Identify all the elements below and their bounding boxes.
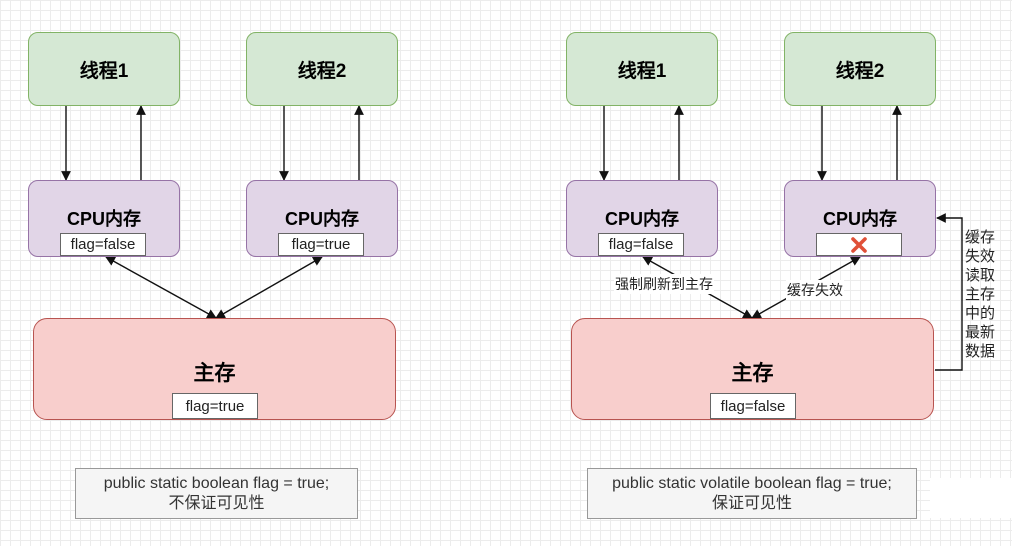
side-label-char-5: 最新 — [964, 324, 995, 341]
left-code-line2: 不保证可见性 — [168, 494, 265, 512]
side-label-char-0: 缓存 — [964, 229, 995, 246]
left-cpu1-flag: flag=false — [60, 233, 146, 256]
side-label-read-latest: 缓存 失效 读取 主存 中的 最新 数据 — [963, 228, 997, 361]
label-force-flush: 强制刷新到主存 — [614, 274, 714, 294]
right-thread1-label: 线程1 — [617, 60, 667, 82]
left-main-memory-title: 主存 — [193, 362, 236, 385]
left-code-line1: public static boolean flag = true; — [103, 474, 330, 492]
left-code-box: public static boolean flag = true; 不保证可见… — [75, 468, 358, 519]
left-thread1-box: 线程1 — [28, 32, 180, 106]
side-label-char-6: 数据 — [964, 343, 995, 360]
right-code-line1: public static volatile boolean flag = tr… — [612, 474, 892, 492]
side-label-char-3: 主存 — [964, 286, 995, 303]
blank-patch — [930, 478, 1012, 518]
arrow-left-cpu1-main — [105, 256, 217, 319]
arrow-right-read-latest — [935, 213, 963, 371]
right-cpu1-flag: flag=false — [598, 233, 684, 256]
left-thread2-label: 线程2 — [297, 60, 347, 82]
side-label-char-4: 中的 — [964, 305, 995, 322]
left-thread2-box: 线程2 — [246, 32, 398, 106]
right-cpu2-title: CPU内存 — [822, 209, 897, 229]
right-thread2-label: 线程2 — [835, 60, 885, 82]
right-cpu2-invalid-slot — [816, 233, 902, 256]
left-cpu2-title: CPU内存 — [284, 209, 359, 229]
right-main-memory-title: 主存 — [731, 362, 774, 385]
side-label-char-1: 失效 — [964, 248, 995, 265]
right-code-box: public static volatile boolean flag = tr… — [587, 468, 917, 519]
label-cache-invalidate: 缓存失效 — [786, 280, 844, 300]
side-label-char-2: 读取 — [964, 267, 995, 284]
left-thread1-label: 线程1 — [79, 60, 129, 82]
right-thread2-box: 线程2 — [784, 32, 936, 106]
right-thread1-box: 线程1 — [566, 32, 718, 106]
left-cpu1-title: CPU内存 — [66, 209, 141, 229]
left-main-memory-flag: flag=true — [172, 393, 258, 419]
right-code-line2: 保证可见性 — [711, 494, 792, 512]
arrow-left-cpu2-main — [215, 256, 323, 319]
x-icon — [851, 236, 867, 253]
left-cpu2-flag: flag=true — [278, 233, 364, 256]
right-main-memory-flag: flag=false — [710, 393, 796, 419]
right-cpu1-title: CPU内存 — [604, 209, 679, 229]
